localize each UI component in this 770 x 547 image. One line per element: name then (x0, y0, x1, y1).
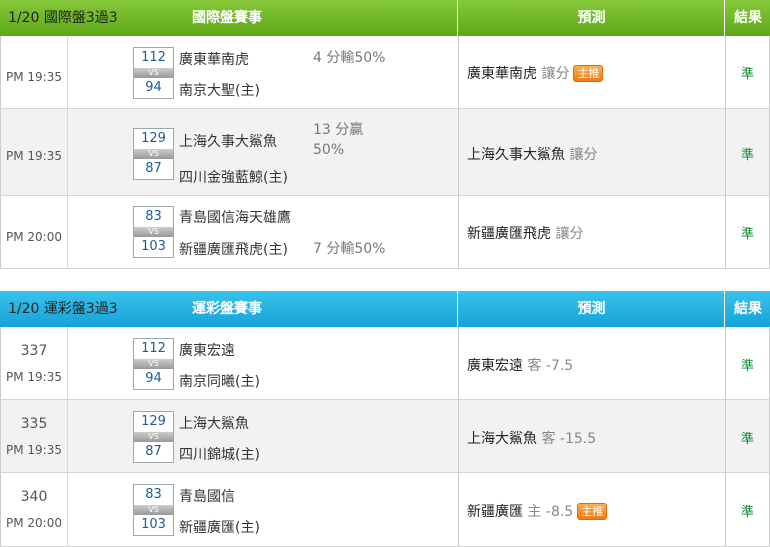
prediction-pick: 廣東宏遠 客 -7.5 (467, 355, 573, 375)
result-label: 準 (740, 359, 754, 374)
game-time: PM 19:35 (6, 370, 62, 384)
game-time: PM 19:35 (6, 70, 62, 84)
time-column: PM 20:00 (1, 196, 68, 268)
vs-label: VS (134, 227, 173, 237)
table-row: 335 PM 19:35 129 VS 87 上海大鯊魚 四川錦城(主) 上海大… (0, 400, 770, 473)
score-home: 87 (145, 161, 162, 176)
result-label: 準 (740, 227, 754, 242)
score-away: 129 (141, 414, 166, 429)
team-home: 四川金強藍鯨(主) (179, 170, 288, 186)
game-number: 335 (20, 416, 48, 432)
pick-line: 客 -7.5 (527, 358, 574, 374)
spread-result: 13 分贏 50% (313, 122, 364, 158)
time-column: PM 19:35 (1, 36, 68, 108)
time-column: 337 PM 19:35 (1, 327, 68, 399)
table-row: 340 PM 20:00 83 VS 103 青島國信 新疆廣匯(主) 新疆廣匯… (0, 473, 770, 547)
score-home: 103 (141, 239, 166, 254)
prediction-pick: 新疆廣匯 主 -8.5 主推 (467, 501, 608, 521)
score-box: 112 VS 94 (133, 338, 174, 390)
game-time: PM 20:00 (6, 516, 62, 530)
game-time: PM 19:35 (6, 149, 62, 163)
section-header: 1/20 國際盤3過3 國際盤賽事 預測 結果 (0, 0, 770, 36)
game-time: PM 19:35 (6, 443, 62, 457)
score-box: 83 VS 103 (133, 206, 174, 258)
vs-label: VS (134, 505, 173, 515)
pick-team: 上海大鯊魚 (467, 431, 537, 447)
team-away: 青島國信海天雄鷹 (179, 210, 291, 226)
score-away: 129 (141, 131, 166, 146)
column-result: 結果 (734, 10, 762, 26)
result-label: 準 (740, 67, 754, 82)
team-home: 南京同曦(主) (179, 374, 260, 390)
pick-team: 上海久事大鯊魚 (467, 147, 565, 163)
game-time: PM 20:00 (6, 230, 62, 244)
featured-badge: 主推 (577, 503, 608, 520)
score-away: 112 (141, 341, 166, 356)
score-box: 112 VS 94 (133, 47, 174, 99)
pick-team: 新疆廣匯飛虎 (467, 226, 551, 242)
result-label: 準 (740, 505, 754, 520)
score-box: 83 VS 103 (133, 484, 174, 536)
team-away: 廣東宏遠 (179, 343, 235, 359)
game-number: 340 (20, 489, 48, 505)
section-sports-lottery: 1/20 運彩盤3過3 運彩盤賽事 預測 結果 337 PM 19:35 112 … (0, 291, 770, 547)
vs-label: VS (134, 359, 173, 369)
table-row: PM 20:00 83 VS 103 青島國信海天雄鷹 新疆廣匯飛虎(主) 7 … (0, 196, 770, 269)
team-away: 上海久事大鯊魚 (179, 134, 277, 150)
spread-result: 7 分輸50% (313, 241, 386, 257)
result-label: 準 (740, 148, 754, 163)
prediction-pick: 新疆廣匯飛虎 讓分 (467, 223, 583, 243)
score-away: 83 (145, 209, 162, 224)
team-home: 新疆廣匯(主) (179, 520, 260, 536)
prediction-pick: 上海久事大鯊魚 讓分 (467, 144, 597, 164)
score-home: 87 (145, 444, 162, 459)
pick-type: 讓分 (541, 66, 570, 82)
column-prediction: 預測 (459, 291, 725, 327)
pick-team: 新疆廣匯 (467, 504, 523, 520)
column-result: 結果 (734, 301, 762, 317)
section-international: 1/20 國際盤3過3 國際盤賽事 預測 結果 PM 19:35 112 VS 9… (0, 0, 770, 269)
section-header: 1/20 運彩盤3過3 運彩盤賽事 預測 結果 (0, 291, 770, 327)
score-away: 112 (141, 50, 166, 65)
team-home: 南京大聖(主) (179, 83, 260, 99)
team-home: 四川錦城(主) (179, 447, 260, 463)
score-away: 83 (145, 487, 162, 502)
prediction-pick: 上海大鯊魚 客 -15.5 (467, 428, 596, 448)
time-column: 340 PM 20:00 (1, 473, 68, 546)
pick-line: 客 -15.5 (541, 431, 597, 447)
time-column: PM 19:35 (1, 109, 68, 195)
time-column: 335 PM 19:35 (1, 400, 68, 472)
pick-team: 廣東華南虎 (467, 66, 537, 82)
score-box: 129 VS 87 (133, 128, 174, 180)
section-title: 運彩盤賽事 (192, 301, 262, 317)
spread-result: 4 分輸50% (313, 50, 386, 66)
vs-label: VS (134, 432, 173, 442)
pick-line: 主 -8.5 (527, 504, 574, 520)
result-label: 準 (740, 432, 754, 447)
section-title: 國際盤賽事 (192, 10, 262, 26)
table-row: PM 19:35 112 VS 94 廣東華南虎 南京大聖(主) 4 分輸50%… (0, 36, 770, 109)
score-home: 94 (145, 80, 162, 95)
prediction-pick: 廣東華南虎 讓分 主推 (467, 63, 604, 83)
score-home: 94 (145, 371, 162, 386)
vs-label: VS (134, 68, 173, 78)
score-home: 103 (141, 517, 166, 532)
team-away: 廣東華南虎 (179, 52, 249, 68)
pick-team: 廣東宏遠 (467, 358, 523, 374)
column-prediction: 預測 (459, 0, 725, 36)
pick-type: 讓分 (569, 147, 598, 163)
vs-label: VS (134, 149, 173, 159)
section-date-label: 1/20 運彩盤3過3 (8, 301, 118, 317)
team-home: 新疆廣匯飛虎(主) (179, 242, 288, 258)
featured-badge: 主推 (573, 65, 604, 82)
game-number: 337 (20, 343, 48, 359)
team-away: 青島國信 (179, 489, 235, 505)
pick-type: 讓分 (555, 226, 584, 242)
score-box: 129 VS 87 (133, 411, 174, 463)
team-away: 上海大鯊魚 (179, 416, 249, 432)
table-row: 337 PM 19:35 112 VS 94 廣東宏遠 南京同曦(主) 廣東宏遠… (0, 327, 770, 400)
table-row: PM 19:35 129 VS 87 上海久事大鯊魚 四川金強藍鯨(主) 13 … (0, 109, 770, 196)
section-date-label: 1/20 國際盤3過3 (8, 10, 118, 26)
